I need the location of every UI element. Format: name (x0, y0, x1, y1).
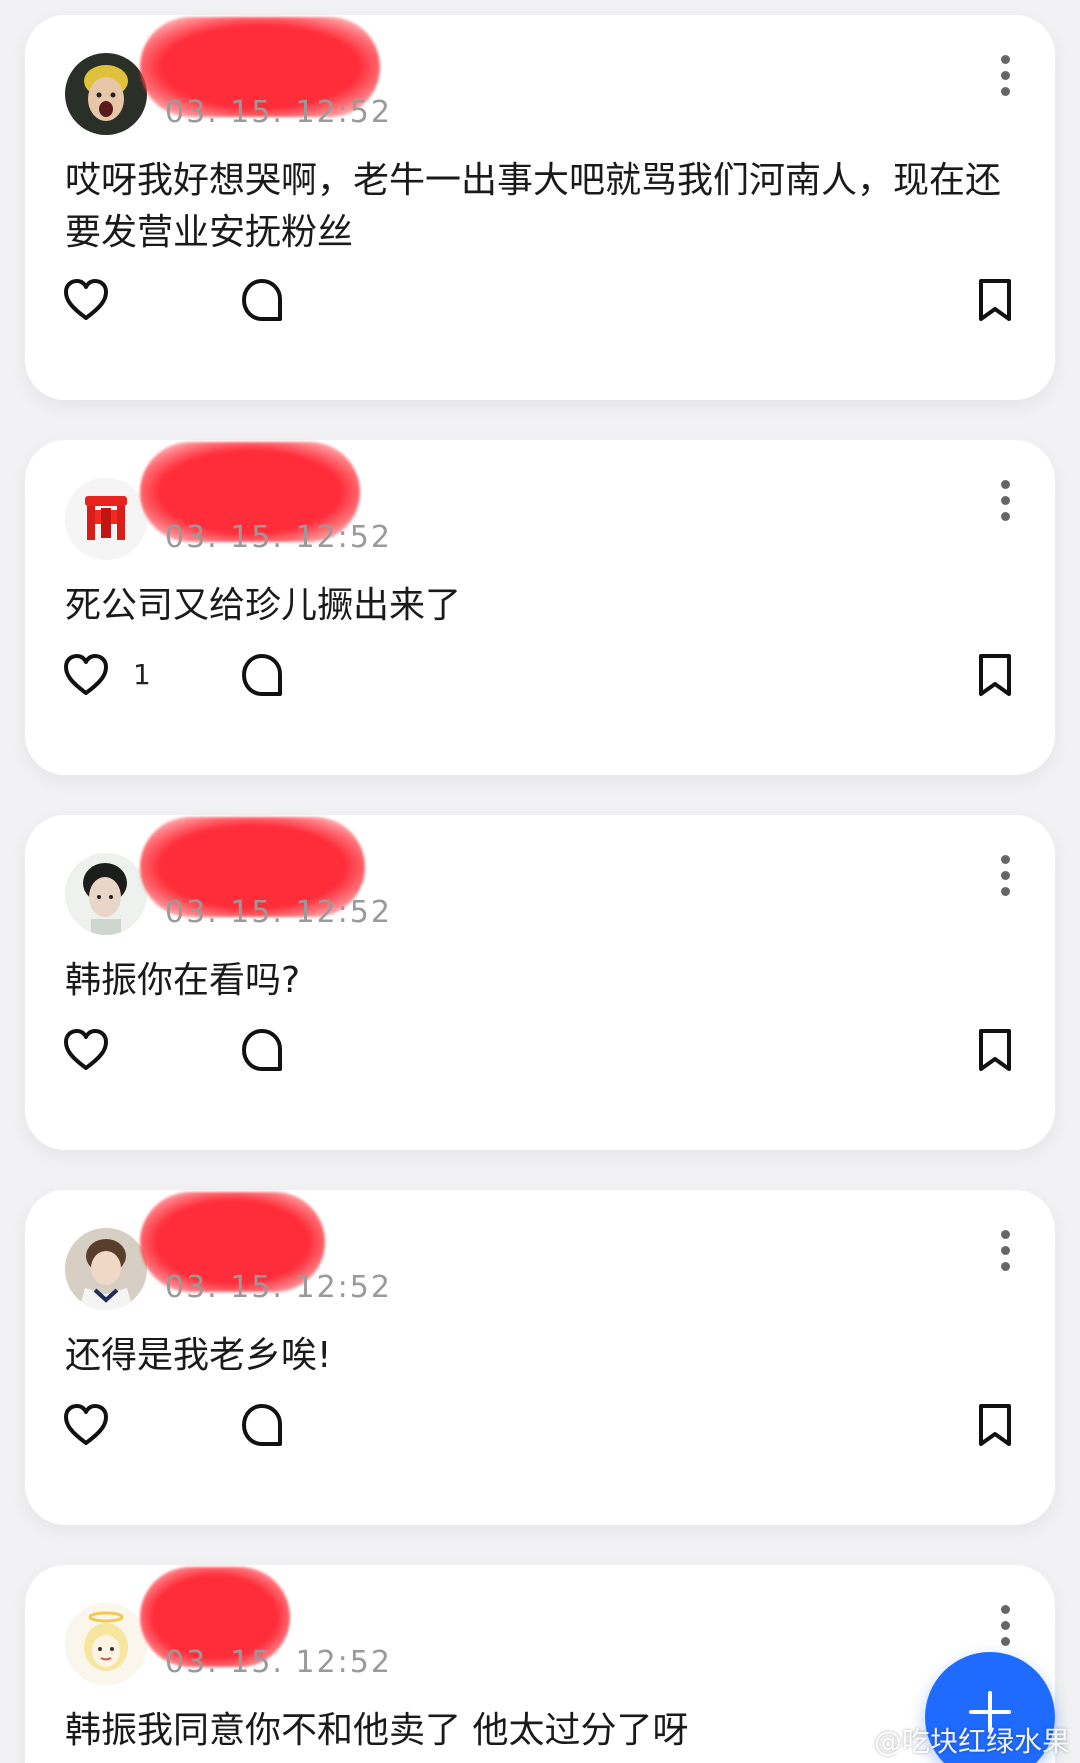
avatar-cartoon-angel (65, 1603, 147, 1685)
more-vertical-icon[interactable] (995, 480, 1015, 530)
avatar[interactable] (65, 1603, 147, 1685)
avatar[interactable] (65, 1228, 147, 1310)
like-count: 1 (133, 658, 151, 691)
comment-bubble-icon[interactable] (237, 275, 287, 325)
timestamp: 03. 15. 12:52 (165, 1645, 392, 1680)
more-vertical-icon[interactable] (995, 1605, 1015, 1655)
avatar-red-stool (65, 478, 147, 560)
timestamp: 03. 15. 12:52 (165, 95, 392, 130)
comment-bubble-icon[interactable] (237, 1400, 287, 1450)
timestamp: 03. 15. 12:52 (165, 1270, 392, 1305)
more-vertical-icon[interactable] (995, 855, 1015, 905)
bookmark-icon[interactable] (970, 275, 1020, 325)
watermark: @吃块红绿水果 (825, 1720, 1070, 1760)
avatar[interactable] (65, 53, 147, 135)
comment-text: 死公司又给珍儿撅出来了 (65, 585, 462, 626)
heart-icon[interactable] (61, 1025, 111, 1075)
avatar[interactable] (65, 478, 147, 560)
comment-card: 03. 15. 12:52 还得是我老乡唉! (25, 1190, 1055, 1525)
heart-icon[interactable] (61, 1400, 111, 1450)
avatar-photo-person-uniform (65, 1228, 147, 1310)
comment-bubble-icon[interactable] (237, 650, 287, 700)
avatar[interactable] (65, 853, 147, 935)
comment-card: 03. 15. 12:52 死公司又给珍儿撅出来了 1 (25, 440, 1055, 775)
more-vertical-icon[interactable] (995, 1230, 1015, 1280)
comment-text: 哎呀我好想哭啊，老牛一出事大吧就骂我们河南人，现在还要发营业安抚粉丝 (65, 160, 1002, 253)
heart-icon[interactable] (61, 650, 111, 700)
comment-card: 03. 15. 12:52 哎呀我好想哭啊，老牛一出事大吧就骂我们河南人，现在还… (25, 15, 1055, 400)
comment-text: 还得是我老乡唉! (65, 1335, 332, 1376)
avatar-photo-person (65, 853, 147, 935)
comment-text: 韩振你在看吗? (65, 960, 301, 1001)
bookmark-icon[interactable] (970, 1400, 1020, 1450)
bookmark-icon[interactable] (970, 650, 1020, 700)
watermark-text: @吃块红绿水果 (873, 1725, 1070, 1758)
bookmark-icon[interactable] (970, 1025, 1020, 1075)
comment-card: 03. 15. 12:52 韩振你在看吗? (25, 815, 1055, 1150)
weibo-logo-icon (826, 1730, 862, 1758)
timestamp: 03. 15. 12:52 (165, 895, 392, 930)
comment-feed: 03. 15. 12:52 哎呀我好想哭啊，老牛一出事大吧就骂我们河南人，现在还… (0, 0, 1080, 1763)
heart-icon[interactable] (61, 275, 111, 325)
more-vertical-icon[interactable] (995, 55, 1015, 105)
timestamp: 03. 15. 12:52 (165, 520, 392, 555)
avatar-photo-screaming-face (65, 53, 147, 135)
comment-bubble-icon[interactable] (237, 1025, 287, 1075)
